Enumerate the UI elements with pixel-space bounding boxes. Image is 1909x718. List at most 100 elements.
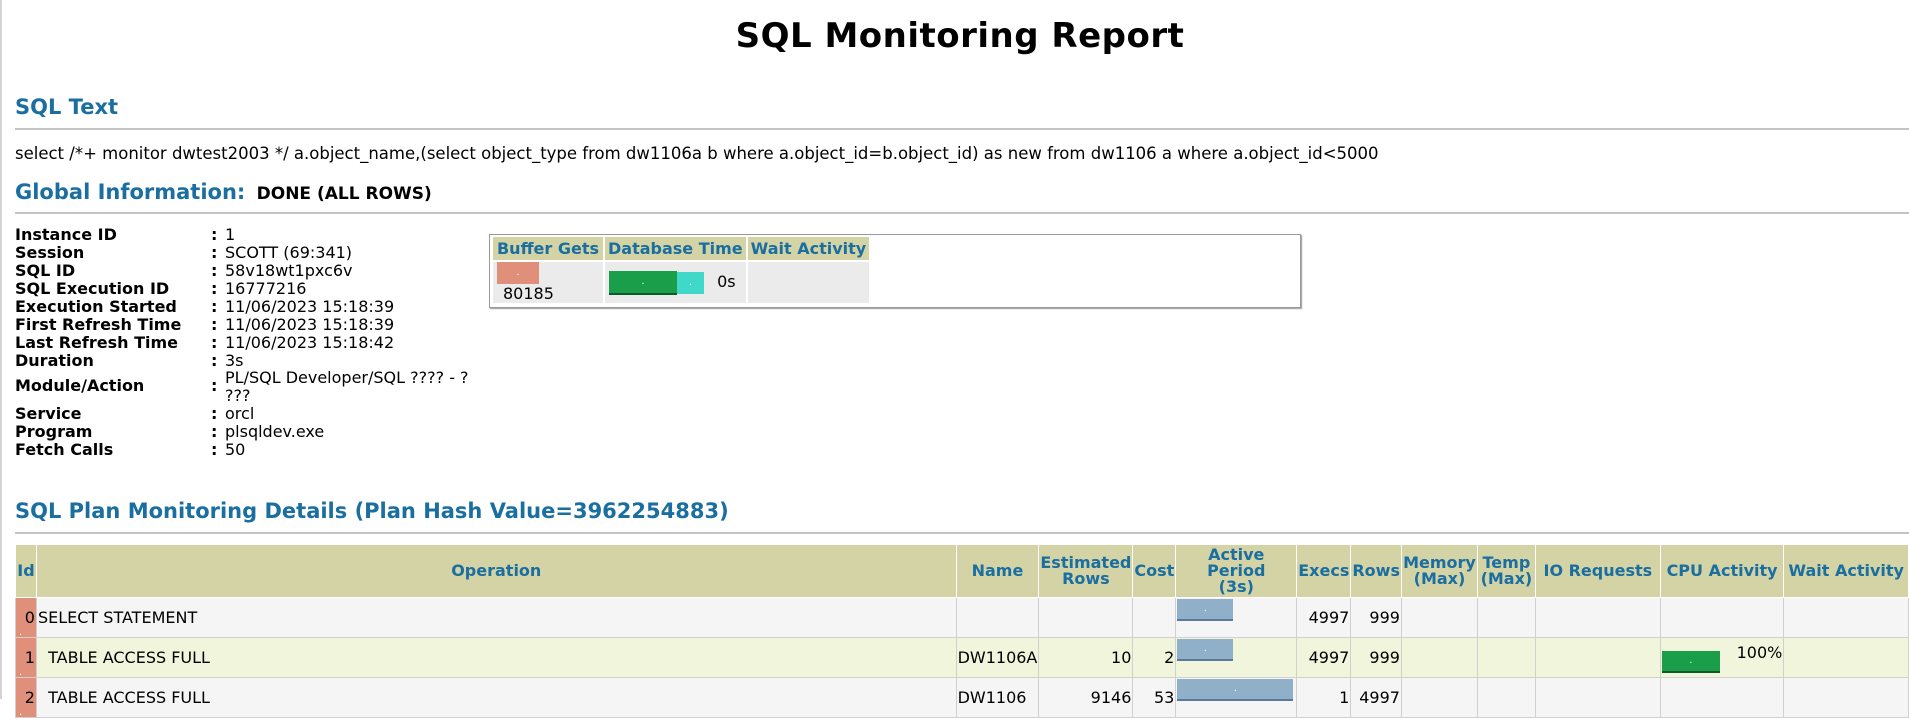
global-info-value: 11/06/2023 15:18:42 (225, 334, 505, 352)
plan-header-id: Id (15, 544, 37, 598)
plan-active-period: . (1175, 637, 1298, 678)
plan-memory (1400, 597, 1478, 638)
plan-id: 0 (24, 608, 35, 627)
global-info-value-line: 1 (225, 225, 236, 244)
plan-memory (1400, 637, 1478, 678)
plan-body: 0. SELECT STATEMENT. 4997 999 1. TABLE ACCES… (15, 597, 1909, 718)
global-info-label: Fetch Calls (15, 440, 114, 459)
global-info-label: Session (15, 243, 85, 262)
global-info-value: 1 (225, 226, 505, 244)
database-time-value: 0s (717, 272, 736, 291)
active-period-bar[interactable]: . (1177, 679, 1294, 701)
global-info-heading: Global Information: DONE (ALL ROWS) (15, 180, 432, 204)
bar-marker: . (19, 667, 23, 678)
plan-rows: 4997 (1350, 677, 1402, 718)
global-info-row: SQL Execution ID:16777216 (15, 280, 505, 298)
plan-operation: TABLE ACCESS FULL (35, 677, 957, 718)
plan-name: DW1106 (955, 677, 1040, 718)
global-info-value-line: 58v18wt1pxc6v (225, 261, 353, 280)
plan-header-io-requests: IO Requests (1534, 544, 1661, 598)
plan-header-rows: Rows (1350, 544, 1402, 598)
buffer-gets-value: 80185 (503, 284, 554, 303)
global-info-value-line: 11/06/2023 15:18:39 (225, 297, 395, 316)
plan-rows: 999 (1350, 637, 1402, 678)
global-info-row: Instance ID:1 (15, 226, 505, 244)
plan-execs: 4997 (1296, 637, 1352, 678)
database-time-bar-other[interactable]: . (677, 271, 704, 294)
global-info-label: Last Refresh Time (15, 333, 179, 352)
divider (15, 128, 1909, 130)
plan-cost (1132, 597, 1177, 638)
plan-operation-text: SELECT STATEMENT (37, 608, 198, 627)
divider (15, 532, 1909, 534)
plan-cpu-activity (1659, 677, 1785, 718)
plan-row[interactable]: 0. SELECT STATEMENT. 4997 999 (15, 597, 1909, 638)
stats-table: Buffer Gets Database Time Wait Activity … (493, 237, 872, 303)
global-info-label: SQL ID (15, 261, 76, 280)
global-info-value: plsqldev.exe (225, 423, 505, 441)
database-time-bar-cpu[interactable]: . (609, 270, 677, 295)
plan-row[interactable]: 2. TABLE ACCESS FULL DW1106 9146 53. 1 4997 (15, 677, 1909, 718)
plan-header-operation: Operation (35, 544, 957, 598)
global-info-row: SQL ID:58v18wt1pxc6v (15, 262, 505, 280)
plan-estimated-rows (1038, 597, 1134, 638)
plan-id-cell: 2. (15, 677, 37, 718)
global-info-title: Global Information: (15, 180, 246, 204)
plan-operation: TABLE ACCESS FULL (35, 637, 957, 678)
global-info-value: orcl (225, 405, 505, 423)
global-info-value-line: orcl (225, 404, 255, 423)
plan-row[interactable]: 1. TABLE ACCESS FULL DW1106A 10 2. 4997 999. 1… (15, 637, 1909, 678)
active-period-bar[interactable]: . (1177, 639, 1234, 661)
global-info-value: PL/SQL Developer/SQL ???? - ???? (225, 369, 505, 405)
buffer-gets-bar[interactable]: . (497, 262, 539, 284)
plan-cpu-activity (1659, 597, 1785, 638)
global-info-row: Service: orcl (15, 405, 505, 423)
global-info-value-line: 16777216 (225, 279, 307, 298)
plan-table: Id Operation Name Estimated Rows Cost Ac… (15, 544, 1909, 718)
left-border (0, 0, 2, 699)
global-info-value: 58v18wt1pxc6v (225, 262, 505, 280)
stats-wait-activity-cell (746, 260, 872, 303)
plan-id: 2 (24, 688, 35, 707)
plan-operation: SELECT STATEMENT (35, 597, 957, 638)
global-info-row: Program: plsqldev.exe (15, 423, 505, 441)
global-info-colon: : (211, 422, 218, 441)
plan-operation-text: TABLE ACCESS FULL (48, 648, 210, 667)
plan-wait-activity (1783, 597, 1909, 638)
active-period-bar[interactable]: . (1177, 599, 1234, 621)
plan-execs: 4997 (1296, 597, 1352, 638)
header-line: (Max) (1480, 569, 1533, 588)
global-info-label: First Refresh Time (15, 315, 182, 334)
global-info-value-line: PL/SQL Developer/SQL ???? - ? (225, 368, 469, 387)
plan-wait-activity (1783, 677, 1909, 718)
stats-header-wait-activity: Wait Activity (746, 237, 872, 261)
global-info-label: Module/Action (15, 376, 145, 395)
plan-header-memory: Memory (Max) (1400, 544, 1478, 598)
global-info-colon: : (211, 440, 218, 459)
global-info-value-line: 11/06/2023 15:18:42 (225, 333, 395, 352)
plan-io-requests (1534, 637, 1661, 678)
global-info-colon: : (211, 279, 218, 298)
global-info-colon: : (211, 333, 218, 352)
global-info-colon: : (211, 376, 218, 395)
plan-rows: 999 (1350, 597, 1402, 638)
plan-id: 1 (24, 648, 35, 667)
sql-text-heading: SQL Text (15, 95, 119, 119)
plan-cost: 53 (1132, 677, 1177, 718)
global-info-colon: : (211, 351, 218, 370)
global-info-colon: : (211, 315, 218, 334)
report-page: SQL Monitoring Report SQL Text select /*… (0, 0, 1909, 718)
global-info-label: Instance ID (15, 225, 117, 244)
plan-header-estimated-rows: Estimated Rows (1038, 544, 1134, 598)
plan-cost: 2 (1132, 637, 1177, 678)
plan-header-cpu-activity: CPU Activity (1659, 544, 1785, 598)
plan-active-period: . (1175, 597, 1298, 638)
global-info-value: SCOTT (69:341) (225, 244, 505, 262)
plan-operation-text: TABLE ACCESS FULL (48, 688, 210, 707)
global-info-colon: : (211, 297, 218, 316)
plan-header-execs: Execs (1296, 544, 1352, 598)
plan-io-requests (1534, 677, 1661, 718)
global-info-label: Duration (15, 351, 94, 370)
cpu-activity-bar[interactable]: . (1661, 650, 1720, 673)
plan-header-temp: Temp (Max) (1476, 544, 1536, 598)
